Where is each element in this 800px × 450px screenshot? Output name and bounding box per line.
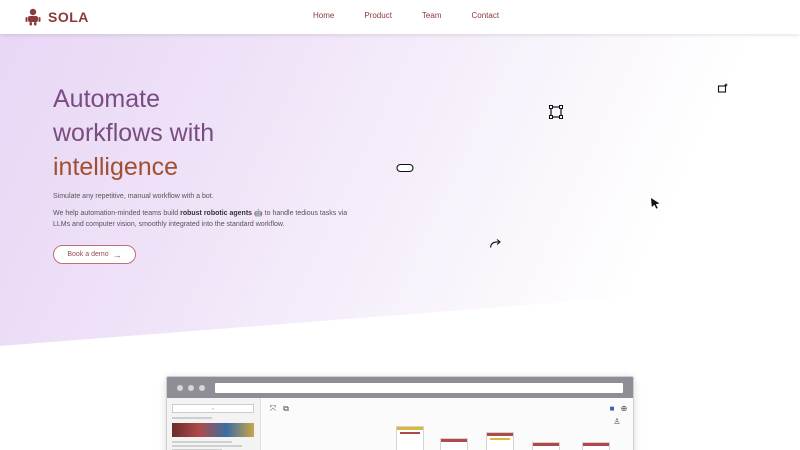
brand-name: SOLA: [48, 9, 89, 25]
workflow-node: [440, 438, 468, 450]
layout-icon: ⧉: [283, 404, 289, 413]
preview-canvas: ⤧ ⧉ ■ ⊕ ♙: [262, 398, 633, 450]
hero-subheading: Simulate any repetitive, manual workflow…: [53, 193, 214, 200]
nav-product[interactable]: Product: [364, 11, 392, 20]
nav-home[interactable]: Home: [313, 11, 334, 20]
headline-line-2: workflows with: [53, 119, 215, 147]
window-dot: [199, 385, 205, 391]
fit-view-icon: ⤧: [269, 404, 277, 413]
book-demo-button[interactable]: Book a demo →: [53, 245, 136, 264]
workflow-node: [486, 432, 514, 450]
preview-thumbnail: [172, 423, 254, 437]
top-navbar: SOLA Home Product Team Contact: [0, 0, 800, 34]
preview-search-input: ⌕: [172, 404, 254, 413]
nav-contact[interactable]: Contact: [471, 11, 499, 20]
workflow-node: [396, 426, 424, 450]
pill-shape-icon: [396, 163, 414, 173]
nav-team[interactable]: Team: [422, 11, 442, 20]
window-dot: [177, 385, 183, 391]
cursor-arrow-icon: [651, 198, 660, 209]
window-dot: [188, 385, 194, 391]
workflow-node: [532, 442, 560, 450]
preview-sidebar: ⌕: [167, 398, 261, 450]
magic-wand-icon: [717, 83, 728, 93]
desc-bold: robust robotic agents: [180, 210, 253, 217]
headline-line-1: Automate: [53, 85, 161, 113]
brand[interactable]: SOLA: [24, 8, 89, 26]
crop-frame-icon: [549, 105, 563, 119]
preview-title-bar: [167, 377, 633, 398]
preview-text-line: [172, 417, 212, 419]
redo-arrow-icon: [489, 239, 501, 248]
app-preview-window: ⌕ ⤧ ⧉ ■ ⊕ ♙: [166, 376, 634, 450]
main-nav: Home Product Team Contact: [300, 11, 529, 20]
workflow-node: [582, 442, 610, 450]
robot-logo-icon: [25, 8, 41, 26]
book-demo-label: Book a demo: [67, 251, 109, 258]
hero-headline: Automate workflows with intelligence: [53, 82, 214, 184]
desc-text-1: We help automation-minded teams build: [53, 210, 181, 217]
headline-line-3: intelligence: [53, 153, 179, 181]
arrow-right-icon: →: [112, 249, 122, 260]
preview-url-bar: [215, 383, 623, 393]
hero-description: We help automation-minded teams build ro…: [53, 208, 353, 230]
user-icon: ♙: [613, 417, 621, 426]
preview-text-line: [172, 441, 232, 443]
preview-text-line: [172, 445, 242, 447]
lock-icon: ⊕: [620, 404, 628, 413]
robot-mini-icon: ■: [609, 404, 615, 413]
